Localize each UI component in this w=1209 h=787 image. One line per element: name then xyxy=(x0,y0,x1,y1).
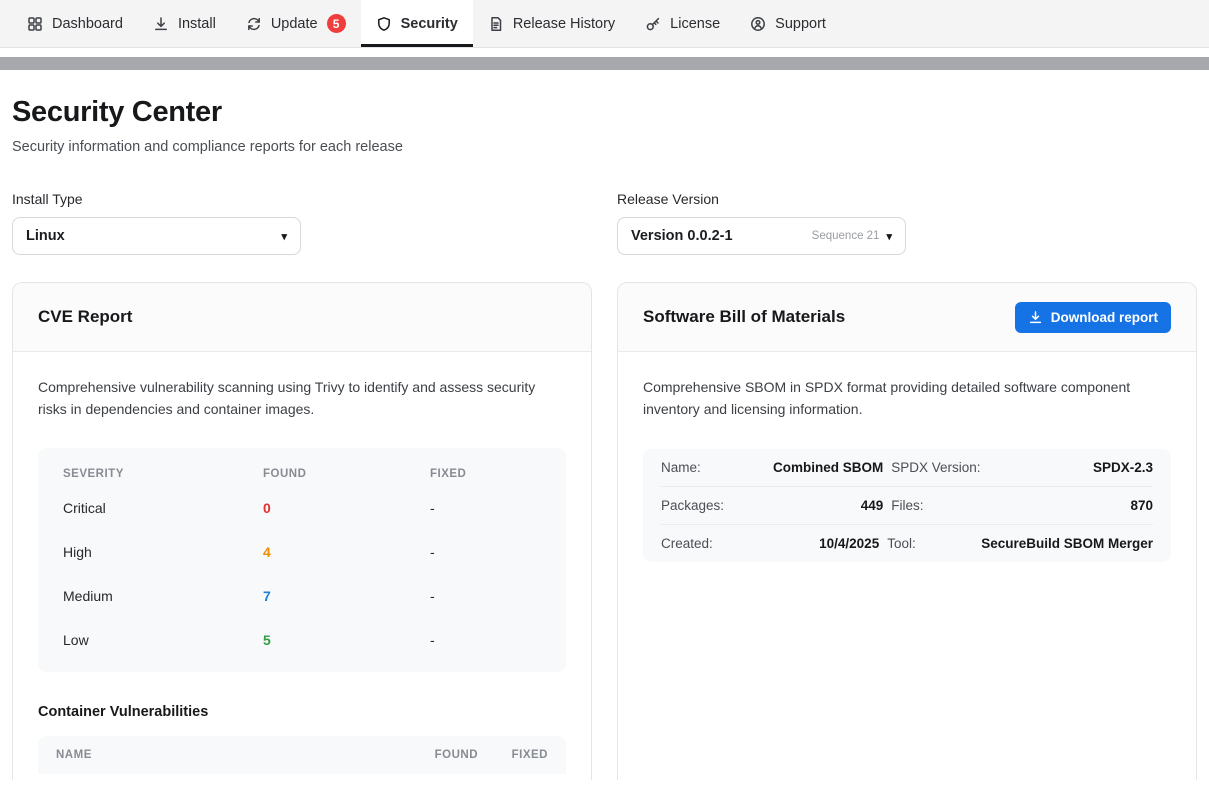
update-count-badge: 5 xyxy=(327,14,346,33)
severity-fixed: - xyxy=(430,544,541,560)
page-subtitle: Security information and compliance repo… xyxy=(12,139,1197,155)
sbom-tool-label: Tool: xyxy=(879,536,981,551)
chevron-down-icon: ▾ xyxy=(886,230,892,243)
severity-name: Critical xyxy=(63,500,263,516)
sbom-packages-value: 449 xyxy=(749,498,883,513)
sbom-name-label: Name: xyxy=(661,460,749,475)
install-type-value: Linux xyxy=(26,228,281,244)
filters-row: Install Type Linux ▾ Release Version Ver… xyxy=(12,191,1197,255)
col-found: FOUND xyxy=(263,468,430,480)
nav-label: Support xyxy=(775,16,826,32)
sbom-spdx-version-value: SPDX-2.3 xyxy=(985,460,1153,475)
sbom-description: Comprehensive SBOM in SPDX format provid… xyxy=(643,377,1165,420)
severity-fixed: - xyxy=(430,588,541,604)
download-report-button[interactable]: Download report xyxy=(1015,302,1171,333)
cve-card-title: CVE Report xyxy=(38,307,132,327)
install-type-filter: Install Type Linux ▾ xyxy=(12,191,592,255)
nav-label: Security xyxy=(401,16,458,32)
nav-tab-release-history[interactable]: Release History xyxy=(473,0,630,47)
install-type-label: Install Type xyxy=(12,191,592,207)
nav-tab-support[interactable]: Support xyxy=(735,0,841,47)
severity-found: 0 xyxy=(263,500,430,516)
sbom-card: Software Bill of Materials Download repo… xyxy=(617,282,1197,780)
dashboard-grid-icon xyxy=(27,16,43,32)
col-found: FOUND xyxy=(388,749,478,761)
main-content: Security Center Security information and… xyxy=(0,70,1209,780)
document-icon xyxy=(488,16,504,32)
release-version-filter: Release Version Version 0.0.2-1 Sequence… xyxy=(617,191,1197,255)
sbom-packages-label: Packages: xyxy=(661,498,749,513)
severity-name: High xyxy=(63,544,263,560)
sbom-created-value: 10/4/2025 xyxy=(749,536,879,551)
support-person-icon xyxy=(750,16,766,32)
download-icon xyxy=(153,16,169,32)
nav-label: Dashboard xyxy=(52,16,123,32)
release-version-select[interactable]: Version 0.0.2-1 Sequence 21 ▾ xyxy=(617,217,906,255)
nav-label: License xyxy=(670,16,720,32)
sbom-info-row: Packages: 449 Files: 870 xyxy=(661,487,1153,525)
refresh-icon xyxy=(246,16,262,32)
nav-label: Update xyxy=(271,16,318,32)
nav-tab-security[interactable]: Security xyxy=(361,0,473,47)
sbom-info-grid: Name: Combined SBOM SPDX Version: SPDX-2… xyxy=(643,449,1171,562)
container-vulnerabilities-title: Container Vulnerabilities xyxy=(38,704,566,720)
sbom-spdx-version-label: SPDX Version: xyxy=(883,460,985,475)
nav-tab-update[interactable]: Update 5 xyxy=(231,0,361,47)
nav-label: Release History xyxy=(513,16,615,32)
download-icon xyxy=(1028,310,1043,325)
cve-card-body: Comprehensive vulnerability scanning usi… xyxy=(13,352,591,780)
cards-row: CVE Report Comprehensive vulnerability s… xyxy=(12,282,1197,780)
chevron-down-icon: ▾ xyxy=(281,230,287,243)
sbom-card-title: Software Bill of Materials xyxy=(643,307,845,327)
page-title: Security Center xyxy=(12,96,1197,129)
top-divider-bar xyxy=(0,57,1209,70)
sequence-meta: Sequence 21 xyxy=(812,230,880,242)
severity-table-header: SEVERITY FOUND FIXED xyxy=(63,454,541,486)
cve-card-header: CVE Report xyxy=(13,283,591,352)
sbom-card-body: Comprehensive SBOM in SPDX format provid… xyxy=(618,352,1196,587)
severity-found: 7 xyxy=(263,588,430,604)
nav-tab-license[interactable]: License xyxy=(630,0,735,47)
severity-row-low: Low 5 - xyxy=(63,618,541,662)
cve-report-card: CVE Report Comprehensive vulnerability s… xyxy=(12,282,592,780)
col-fixed: FIXED xyxy=(430,468,541,480)
nav-tab-dashboard[interactable]: Dashboard xyxy=(12,0,138,47)
sbom-info-row: Created: 10/4/2025 Tool: SecureBuild SBO… xyxy=(661,525,1153,562)
cve-description: Comprehensive vulnerability scanning usi… xyxy=(38,377,560,420)
key-icon xyxy=(645,16,661,32)
severity-found: 4 xyxy=(263,544,430,560)
severity-row-high: High 4 - xyxy=(63,530,541,574)
severity-row-medium: Medium 7 - xyxy=(63,574,541,618)
release-version-value: Version 0.0.2-1 xyxy=(631,228,812,244)
col-name: NAME xyxy=(56,749,388,761)
container-vulnerabilities-header: NAME FOUND FIXED xyxy=(38,736,566,774)
install-type-select[interactable]: Linux ▾ xyxy=(12,217,301,255)
col-fixed: FIXED xyxy=(478,749,548,761)
download-report-label: Download report xyxy=(1051,310,1158,325)
sbom-created-label: Created: xyxy=(661,536,749,551)
severity-name: Medium xyxy=(63,588,263,604)
severity-fixed: - xyxy=(430,500,541,516)
sbom-files-value: 870 xyxy=(985,498,1153,513)
release-version-label: Release Version xyxy=(617,191,1197,207)
col-severity: SEVERITY xyxy=(63,468,263,480)
sbom-files-label: Files: xyxy=(883,498,985,513)
severity-name: Low xyxy=(63,632,263,648)
sbom-name-value: Combined SBOM xyxy=(749,460,883,475)
severity-found: 5 xyxy=(263,632,430,648)
shield-icon xyxy=(376,16,392,32)
severity-table: SEVERITY FOUND FIXED Critical 0 - High 4… xyxy=(38,448,566,672)
sbom-tool-value: SecureBuild SBOM Merger xyxy=(981,536,1153,551)
nav-tab-install[interactable]: Install xyxy=(138,0,231,47)
nav-label: Install xyxy=(178,16,216,32)
top-navigation: Dashboard Install Update 5 Security Rele… xyxy=(0,0,1209,48)
severity-fixed: - xyxy=(430,632,541,648)
severity-row-critical: Critical 0 - xyxy=(63,486,541,530)
sbom-info-row: Name: Combined SBOM SPDX Version: SPDX-2… xyxy=(661,449,1153,487)
sbom-card-header: Software Bill of Materials Download repo… xyxy=(618,283,1196,352)
